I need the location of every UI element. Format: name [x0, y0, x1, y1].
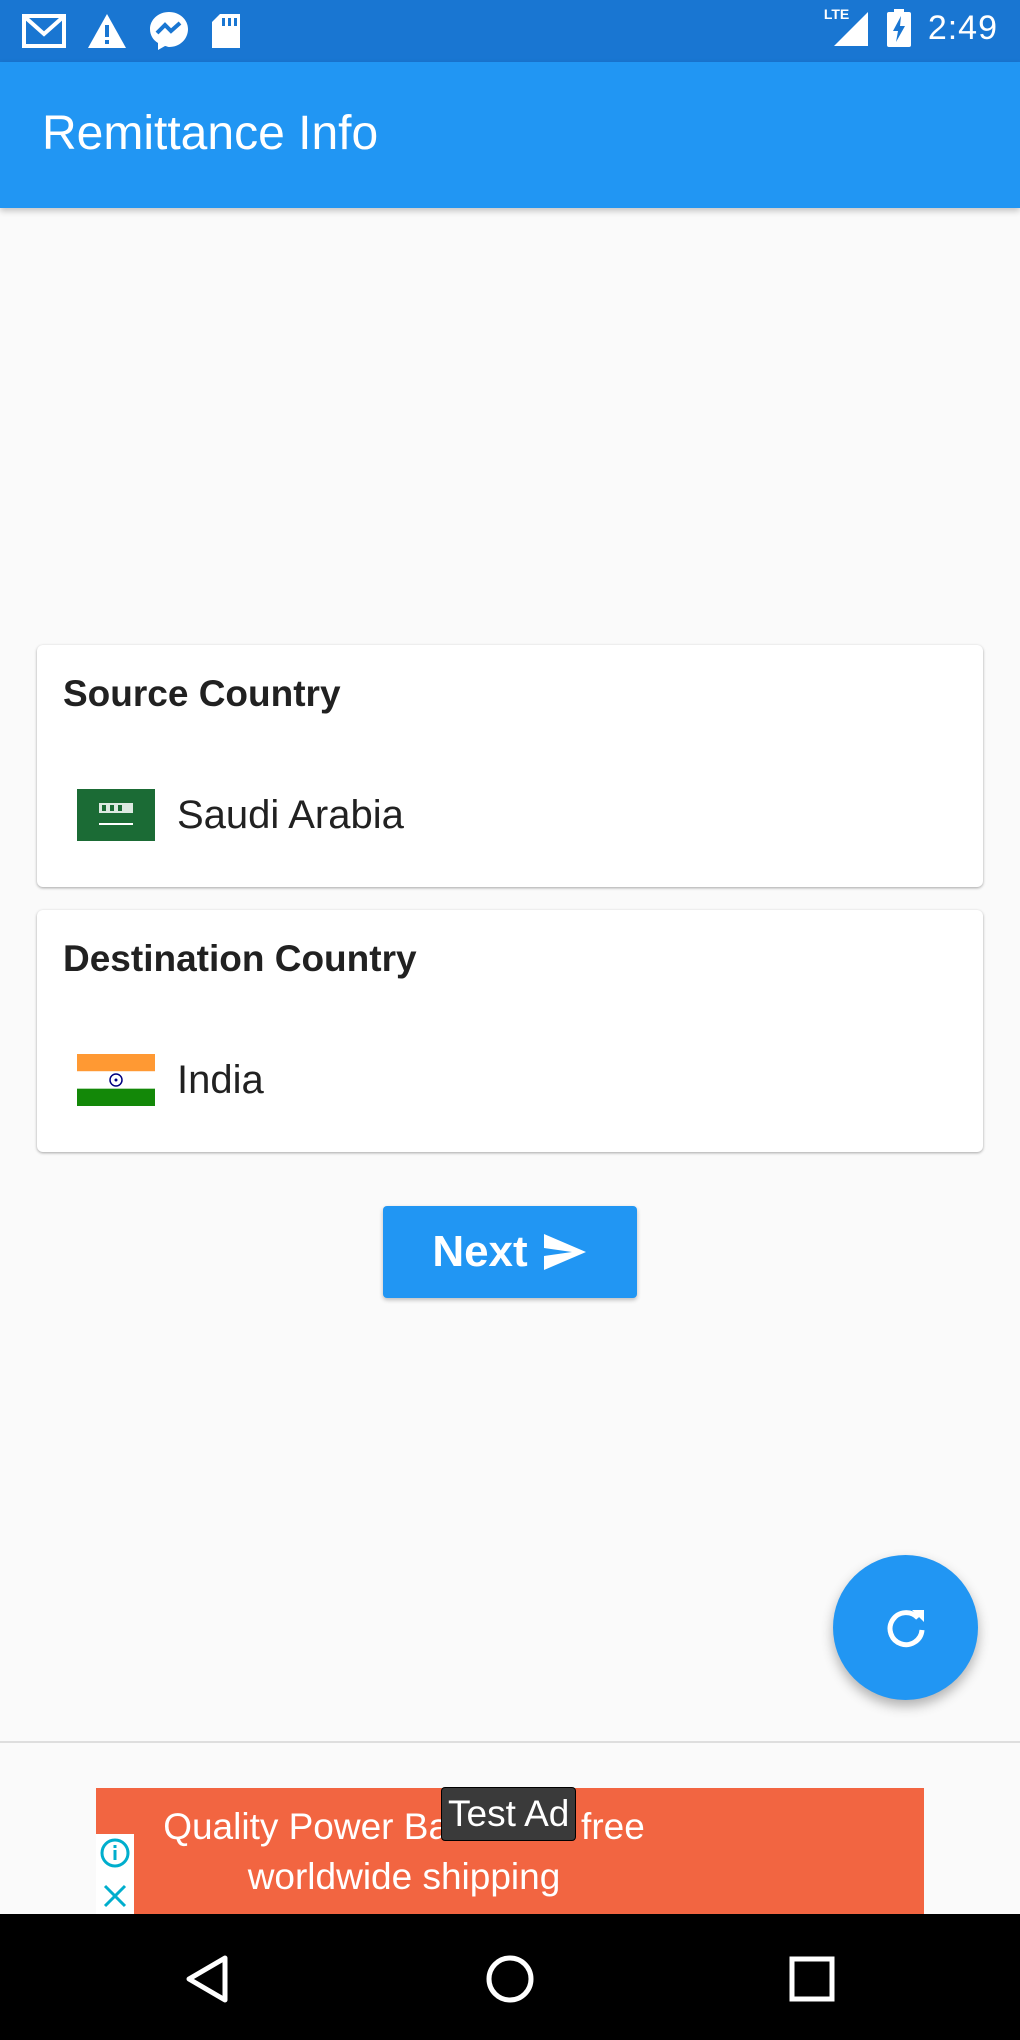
close-icon[interactable]: [96, 1877, 134, 1914]
source-country-card[interactable]: Source Country Saudi Arabia: [37, 645, 983, 887]
warning-icon: [88, 14, 126, 48]
ad-text-line2: worldwide shipping: [247, 1856, 561, 1897]
recents-icon[interactable]: [787, 1954, 837, 2004]
home-icon[interactable]: [485, 1954, 535, 2004]
divider: [0, 1741, 1020, 1743]
page-title: Remittance Info: [42, 107, 379, 160]
info-icon[interactable]: [96, 1834, 134, 1872]
destination-country-title: Destination Country: [63, 938, 417, 979]
gmail-icon: [22, 14, 66, 48]
sd-card-icon: [212, 14, 240, 48]
ad-text-line1: Quality Power Ba: [163, 1806, 450, 1847]
destination-country-card[interactable]: Destination Country India: [37, 910, 983, 1152]
system-icons: LTE 2:49: [824, 6, 998, 48]
send-icon: [543, 1234, 586, 1270]
status-time: 2:49: [927, 8, 998, 47]
signal-icon: LTE: [824, 6, 870, 48]
status-bar: LTE 2:49: [0, 0, 1020, 62]
source-country-selector[interactable]: Saudi Arabia: [77, 789, 404, 841]
refresh-icon: [887, 1609, 924, 1647]
ad-choices[interactable]: [96, 1834, 134, 1914]
messenger-icon: [150, 12, 188, 50]
saudi-arabia-flag-icon: [77, 789, 155, 841]
back-icon[interactable]: [183, 1954, 233, 2004]
next-button-label: Next: [432, 1227, 528, 1276]
ad-text[interactable]: Quality Power Ba free worldwide shipping: [154, 1802, 654, 1902]
source-country-title: Source Country: [63, 673, 341, 714]
destination-country-selector[interactable]: India: [77, 1054, 264, 1106]
next-button[interactable]: Next: [383, 1206, 637, 1298]
india-flag-icon: [77, 1054, 155, 1106]
notification-icons: [22, 10, 242, 52]
destination-country-name: India: [177, 1057, 264, 1102]
source-country-name: Saudi Arabia: [177, 792, 404, 837]
navigation-bar: [0, 1914, 1020, 2040]
refresh-fab-button[interactable]: [833, 1555, 978, 1700]
app-bar: Remittance Info: [0, 62, 1020, 208]
battery-charging-icon: [886, 9, 911, 47]
test-ad-label: Test Ad: [441, 1787, 577, 1841]
ad-text-line1-end: free: [581, 1806, 645, 1847]
